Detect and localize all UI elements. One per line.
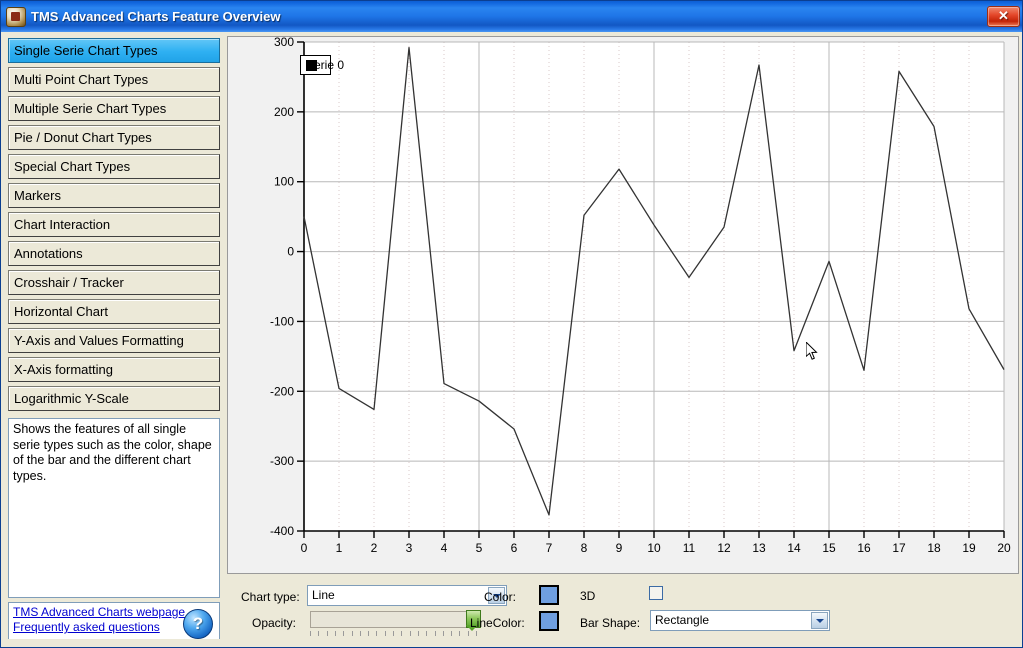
bar-shape-label: Bar Shape: [580, 616, 641, 630]
svg-text:16: 16 [857, 541, 871, 555]
svg-text:13: 13 [752, 541, 766, 555]
sidebar-item-crosshair-tracker[interactable]: Crosshair / Tracker [8, 270, 220, 295]
svg-text:15: 15 [822, 541, 836, 555]
opacity-slider[interactable] [310, 610, 481, 631]
sidebar-item-markers[interactable]: Markers [8, 183, 220, 208]
svg-text:6: 6 [511, 541, 518, 555]
question-mark-icon: ? [192, 614, 204, 633]
svg-text:9: 9 [616, 541, 623, 555]
svg-text:14: 14 [787, 541, 801, 555]
title-bar: TMS Advanced Charts Feature Overview ✕ [1, 1, 1022, 32]
opacity-label: Opacity: [252, 616, 297, 630]
sidebar-item-logarithmic-y-scale[interactable]: Logarithmic Y-Scale [8, 386, 220, 411]
svg-text:2: 2 [371, 541, 378, 555]
line-chart[interactable]: -400-300-200-10001002003000 1 2 3 4 5 6 7 8 9 10 11… [228, 37, 1018, 573]
sidebar-item-multiple-serie-chart-types[interactable]: Multiple Serie Chart Types [8, 96, 220, 121]
opacity-slider-ticks [310, 631, 478, 637]
svg-text:18: 18 [927, 541, 941, 555]
svg-text:7: 7 [546, 541, 553, 555]
svg-text:11: 11 [683, 541, 696, 555]
sidebar-item-single-serie-chart-types[interactable]: Single Serie Chart Types [8, 38, 220, 63]
bar-shape-value: Rectangle [655, 613, 710, 627]
svg-text:-200: -200 [270, 384, 294, 398]
legend-label-serie-0: Serie 0 [306, 58, 345, 72]
sidebar-item-x-axis-formatting[interactable]: X-Axis formatting [8, 357, 220, 382]
svg-text:100: 100 [274, 175, 294, 189]
linecolor-swatch-button[interactable] [539, 611, 559, 631]
sidebar-item-chart-interaction[interactable]: Chart Interaction [8, 212, 220, 237]
threed-label: 3D [580, 589, 596, 603]
bar-shape-select[interactable]: Rectangle [650, 610, 830, 631]
svg-text:0: 0 [301, 541, 308, 555]
svg-text:17: 17 [892, 541, 906, 555]
svg-text:8: 8 [581, 541, 588, 555]
status-bar [3, 639, 1022, 647]
svg-text:12: 12 [717, 541, 731, 555]
chart-frame: -400 -300 -200 -100 0 100 200 300 0 1 2 3 4 5 6 7 8 9 10 11… [227, 36, 1019, 574]
svg-text:4: 4 [441, 541, 448, 555]
svg-text:200: 200 [274, 105, 294, 119]
svg-text:1: 1 [336, 541, 343, 555]
chart-type-value: Line [312, 588, 335, 602]
window-title: TMS Advanced Charts Feature Overview [31, 9, 281, 24]
svg-text:-100: -100 [270, 314, 294, 328]
client-area: Single Serie Chart Types Multi Point Cha… [2, 32, 1022, 647]
sidebar-item-y-axis-and-values-formatting[interactable]: Y-Axis and Values Formatting [8, 328, 220, 353]
sidebar-item-horizontal-chart[interactable]: Horizontal Chart [8, 299, 220, 324]
svg-text:20: 20 [997, 541, 1011, 555]
sidebar-item-special-chart-types[interactable]: Special Chart Types [8, 154, 220, 179]
threed-checkbox[interactable] [649, 586, 663, 600]
color-swatch-button[interactable] [539, 585, 559, 605]
svg-text:10: 10 [647, 541, 661, 555]
close-button[interactable]: ✕ [987, 6, 1020, 27]
links-box: TMS Advanced Charts webpage Frequently a… [8, 602, 220, 642]
chart-options-panel: Chart type: Line Opacity: Color: LineCol… [227, 578, 1019, 642]
svg-text:300: 300 [274, 37, 294, 49]
sidebar-item-annotations[interactable]: Annotations [8, 241, 220, 266]
chart-type-select[interactable]: Line [307, 585, 507, 606]
svg-text:3: 3 [406, 541, 413, 555]
svg-text:-400: -400 [270, 524, 294, 538]
svg-text:19: 19 [962, 541, 976, 555]
application-window: TMS Advanced Charts Feature Overview ✕ S… [0, 0, 1023, 648]
svg-text:0: 0 [287, 245, 294, 259]
chart-type-label: Chart type: [241, 590, 300, 604]
color-label: Color: [484, 590, 517, 604]
chart-legend: Serie 0 [300, 55, 344, 75]
linecolor-label: LineColor: [470, 616, 525, 630]
sidebar: Single Serie Chart Types Multi Point Cha… [5, 36, 223, 642]
description-box: Shows the features of all single serie t… [8, 418, 220, 598]
close-icon: ✕ [998, 8, 1009, 23]
chevron-down-icon-bar-shape[interactable] [811, 612, 828, 629]
sidebar-item-pie-donut-chart-types[interactable]: Pie / Donut Chart Types [8, 125, 220, 150]
svg-text:5: 5 [476, 541, 483, 555]
help-button[interactable]: ? [183, 609, 213, 639]
content-area: -400 -300 -200 -100 0 100 200 300 0 1 2 3 4 5 6 7 8 9 10 11… [227, 36, 1019, 642]
sidebar-item-multi-point-chart-types[interactable]: Multi Point Chart Types [8, 67, 220, 92]
svg-text:-300: -300 [270, 454, 294, 468]
app-icon [6, 6, 26, 27]
